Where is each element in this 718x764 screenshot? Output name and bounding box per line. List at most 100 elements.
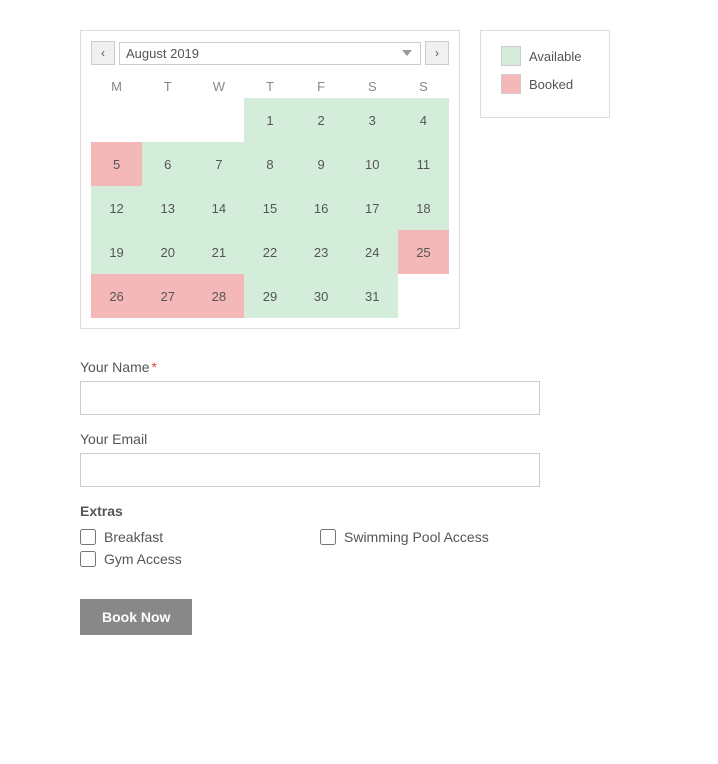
day-cell[interactable]: 28 xyxy=(193,274,244,318)
day-cell[interactable]: 15 xyxy=(244,186,295,230)
table-row[interactable]: 2 xyxy=(296,98,347,142)
day-cell[interactable]: 27 xyxy=(142,274,193,318)
table-row[interactable]: 22 xyxy=(244,230,295,274)
name-input[interactable] xyxy=(80,381,540,415)
weekday-header-cell: M xyxy=(91,75,142,98)
calendar-week-row: 262728293031 xyxy=(91,274,449,318)
day-cell[interactable]: 8 xyxy=(244,142,295,186)
table-row[interactable]: 7 xyxy=(193,142,244,186)
day-cell[interactable]: 30 xyxy=(296,274,347,318)
calendar-week-row: 12131415161718 xyxy=(91,186,449,230)
day-cell[interactable]: 13 xyxy=(142,186,193,230)
table-row[interactable]: 20 xyxy=(142,230,193,274)
table-row[interactable]: 18 xyxy=(398,186,449,230)
day-cell[interactable]: 11 xyxy=(398,142,449,186)
weekday-header-cell: F xyxy=(296,75,347,98)
table-row[interactable]: 13 xyxy=(142,186,193,230)
table-row[interactable]: 12 xyxy=(91,186,142,230)
table-row[interactable]: 10 xyxy=(347,142,398,186)
table-row[interactable]: 28 xyxy=(193,274,244,318)
table-row[interactable]: 16 xyxy=(296,186,347,230)
day-cell[interactable]: 14 xyxy=(193,186,244,230)
table-row[interactable]: 19 xyxy=(91,230,142,274)
swimming-label: Swimming Pool Access xyxy=(344,529,489,545)
calendar-week-row: 1234 xyxy=(91,98,449,142)
table-row[interactable]: 11 xyxy=(398,142,449,186)
day-cell[interactable]: 10 xyxy=(347,142,398,186)
swimming-checkbox[interactable] xyxy=(320,529,336,545)
prev-month-button[interactable]: ‹ xyxy=(91,41,115,65)
day-cell[interactable]: 4 xyxy=(398,98,449,142)
day-cell[interactable]: 9 xyxy=(296,142,347,186)
booking-form: Your Name* Your Email Extras Breakfast S… xyxy=(80,359,638,635)
weekday-header-cell: T xyxy=(244,75,295,98)
gym-label: Gym Access xyxy=(104,551,182,567)
legend: Available Booked xyxy=(480,30,610,118)
table-row[interactable]: 9 xyxy=(296,142,347,186)
table-row[interactable]: 25 xyxy=(398,230,449,274)
table-row[interactable]: 8 xyxy=(244,142,295,186)
extras-group: Extras Breakfast Swimming Pool Access Gy… xyxy=(80,503,638,567)
day-cell[interactable]: 19 xyxy=(91,230,142,274)
breakfast-item[interactable]: Breakfast xyxy=(80,529,300,545)
table-row[interactable]: 17 xyxy=(347,186,398,230)
table-row[interactable]: 21 xyxy=(193,230,244,274)
table-row[interactable]: 26 xyxy=(91,274,142,318)
gym-item[interactable]: Gym Access xyxy=(80,551,300,567)
table-row[interactable]: 24 xyxy=(347,230,398,274)
calendar-week-row: 567891011 xyxy=(91,142,449,186)
day-cell[interactable]: 26 xyxy=(91,274,142,318)
table-row[interactable]: 1 xyxy=(244,98,295,142)
legend-available: Available xyxy=(501,46,589,66)
day-cell[interactable]: 23 xyxy=(296,230,347,274)
table-row[interactable]: 23 xyxy=(296,230,347,274)
day-cell[interactable]: 20 xyxy=(142,230,193,274)
weekday-header-cell: S xyxy=(398,75,449,98)
day-cell[interactable]: 3 xyxy=(347,98,398,142)
month-select[interactable]: August 2019 xyxy=(119,42,421,65)
day-cell[interactable]: 17 xyxy=(347,186,398,230)
table-row[interactable]: 29 xyxy=(244,274,295,318)
day-cell[interactable]: 6 xyxy=(142,142,193,186)
table-row xyxy=(398,274,449,318)
day-cell[interactable]: 21 xyxy=(193,230,244,274)
email-input[interactable] xyxy=(80,453,540,487)
day-cell[interactable]: 31 xyxy=(347,274,398,318)
day-cell[interactable]: 7 xyxy=(193,142,244,186)
day-cell[interactable]: 12 xyxy=(91,186,142,230)
calendar-section: ‹ August 2019 › MTWTFSS 1234567891011121… xyxy=(80,30,638,329)
calendar-header: ‹ August 2019 › xyxy=(91,41,449,65)
gym-checkbox[interactable] xyxy=(80,551,96,567)
table-row[interactable]: 5 xyxy=(91,142,142,186)
main-container: ‹ August 2019 › MTWTFSS 1234567891011121… xyxy=(20,20,698,645)
table-row[interactable]: 30 xyxy=(296,274,347,318)
table-row[interactable]: 6 xyxy=(142,142,193,186)
day-cell xyxy=(91,98,142,142)
table-row[interactable]: 3 xyxy=(347,98,398,142)
day-cell[interactable]: 1 xyxy=(244,98,295,142)
next-month-button[interactable]: › xyxy=(425,41,449,65)
swimming-item[interactable]: Swimming Pool Access xyxy=(320,529,540,545)
day-cell[interactable]: 5 xyxy=(91,142,142,186)
weekday-header-cell: S xyxy=(347,75,398,98)
day-cell[interactable]: 29 xyxy=(244,274,295,318)
legend-booked: Booked xyxy=(501,74,589,94)
available-label: Available xyxy=(529,49,582,64)
table-row[interactable]: 27 xyxy=(142,274,193,318)
day-cell[interactable]: 24 xyxy=(347,230,398,274)
day-cell[interactable]: 2 xyxy=(296,98,347,142)
table-row[interactable]: 4 xyxy=(398,98,449,142)
day-cell xyxy=(142,98,193,142)
table-row[interactable]: 31 xyxy=(347,274,398,318)
table-row[interactable]: 14 xyxy=(193,186,244,230)
day-cell[interactable]: 16 xyxy=(296,186,347,230)
day-cell[interactable]: 25 xyxy=(398,230,449,274)
table-row[interactable]: 15 xyxy=(244,186,295,230)
day-cell[interactable]: 18 xyxy=(398,186,449,230)
day-cell[interactable]: 22 xyxy=(244,230,295,274)
day-cell xyxy=(193,98,244,142)
breakfast-checkbox[interactable] xyxy=(80,529,96,545)
name-group: Your Name* xyxy=(80,359,638,415)
book-now-button[interactable]: Book Now xyxy=(80,599,192,635)
extras-grid: Breakfast Swimming Pool Access Gym Acces… xyxy=(80,529,540,567)
